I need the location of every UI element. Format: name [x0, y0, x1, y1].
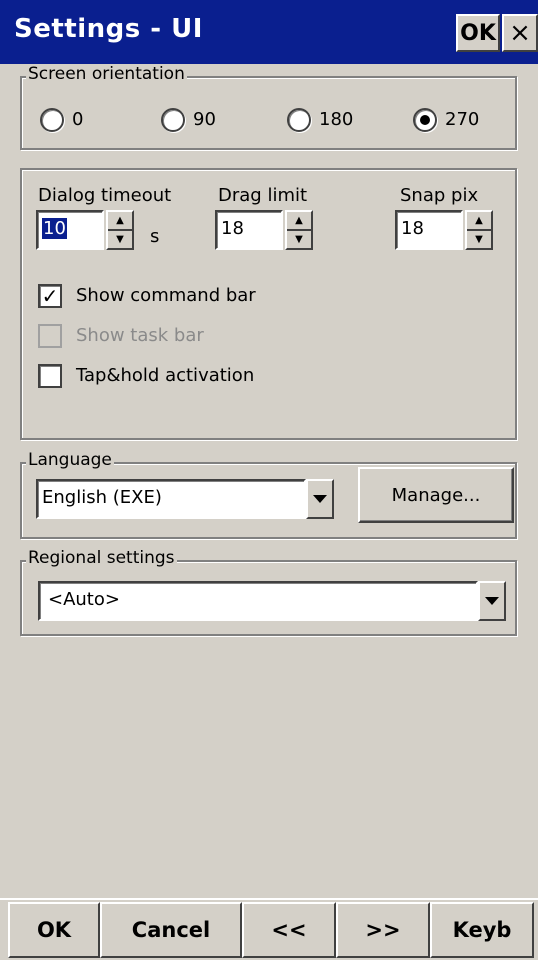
drag-limit-input[interactable]: 18 — [215, 210, 283, 250]
spin-down-icon[interactable]: ▼ — [467, 231, 491, 248]
spin-down-icon[interactable]: ▼ — [287, 231, 311, 248]
dropdown-arrow-icon — [313, 495, 327, 503]
snap-pix-spinner[interactable]: ▲ ▼ — [465, 210, 493, 250]
show-command-bar-checkbox[interactable]: ✓ Show command bar — [38, 284, 298, 310]
previous-button[interactable]: << — [242, 902, 336, 958]
keyboard-button[interactable]: Keyb — [430, 902, 534, 958]
orientation-label-0: 0 — [72, 109, 84, 130]
tap-hold-activation-label: Tap&hold activation — [76, 365, 255, 386]
dialog-timeout-input[interactable]: 10 — [36, 210, 104, 250]
show-command-bar-label: Show command bar — [76, 285, 256, 306]
orientation-option-0[interactable]: 0 — [40, 108, 130, 134]
next-button[interactable]: >> — [336, 902, 430, 958]
dropdown-arrow-icon — [485, 597, 499, 605]
regional-settings-legend: Regional settings — [26, 548, 177, 568]
checkbox-box — [38, 324, 62, 348]
drag-limit-label: Drag limit — [218, 185, 308, 206]
orientation-radio-90[interactable] — [161, 108, 185, 132]
show-task-bar-label: Show task bar — [76, 325, 204, 346]
orientation-radio-270[interactable] — [413, 108, 437, 132]
screen-orientation-legend: Screen orientation — [26, 64, 187, 84]
ok-button[interactable]: OK — [8, 902, 100, 958]
dialog-timeout-label: Dialog timeout — [38, 185, 172, 206]
dialog-timeout-value: 10 — [42, 218, 67, 239]
drag-limit-spinner[interactable]: ▲ ▼ — [285, 210, 313, 250]
regional-selected-value: <Auto> — [48, 589, 120, 610]
spin-up-icon[interactable]: ▲ — [467, 212, 491, 229]
orientation-label-270: 270 — [445, 109, 480, 130]
orientation-label-180: 180 — [319, 109, 354, 130]
orientation-radio-180[interactable] — [287, 108, 311, 132]
spin-up-icon[interactable]: ▲ — [108, 212, 132, 229]
orientation-radio-0[interactable] — [40, 108, 64, 132]
snap-pix-label: Snap pix — [400, 185, 479, 206]
regional-settings-select[interactable]: <Auto> — [38, 581, 478, 621]
dialog-timeout-spinner[interactable]: ▲ ▼ — [106, 210, 134, 250]
language-selected-value: English (EXE) — [42, 487, 162, 508]
language-select[interactable]: English (EXE) — [36, 479, 306, 519]
dialog-timeout-unit: s — [150, 226, 160, 247]
close-icon[interactable]: × — [502, 14, 538, 52]
title-ok-button[interactable]: OK — [456, 14, 500, 52]
orientation-option-180[interactable]: 180 — [287, 108, 377, 134]
spin-up-icon[interactable]: ▲ — [287, 212, 311, 229]
snap-pix-input[interactable]: 18 — [395, 210, 463, 250]
drag-limit-value: 18 — [221, 218, 244, 239]
cancel-button[interactable]: Cancel — [100, 902, 242, 958]
radio-selected-dot — [420, 115, 430, 125]
manage-button[interactable]: Manage... — [358, 467, 514, 523]
orientation-option-90[interactable]: 90 — [161, 108, 251, 134]
show-task-bar-checkbox: Show task bar — [38, 324, 298, 350]
checkmark-icon[interactable]: ✓ — [38, 284, 62, 308]
window-title: Settings - UI — [14, 14, 203, 44]
language-legend: Language — [26, 450, 114, 470]
snap-pix-value: 18 — [401, 218, 424, 239]
chevron-down-icon[interactable] — [478, 581, 506, 621]
spin-down-icon[interactable]: ▼ — [108, 231, 132, 248]
orientation-option-270[interactable]: 270 — [413, 108, 503, 134]
checkbox-box[interactable] — [38, 364, 62, 388]
chevron-down-icon[interactable] — [306, 479, 334, 519]
tap-hold-activation-checkbox[interactable]: Tap&hold activation — [38, 364, 298, 390]
orientation-label-90: 90 — [193, 109, 216, 130]
